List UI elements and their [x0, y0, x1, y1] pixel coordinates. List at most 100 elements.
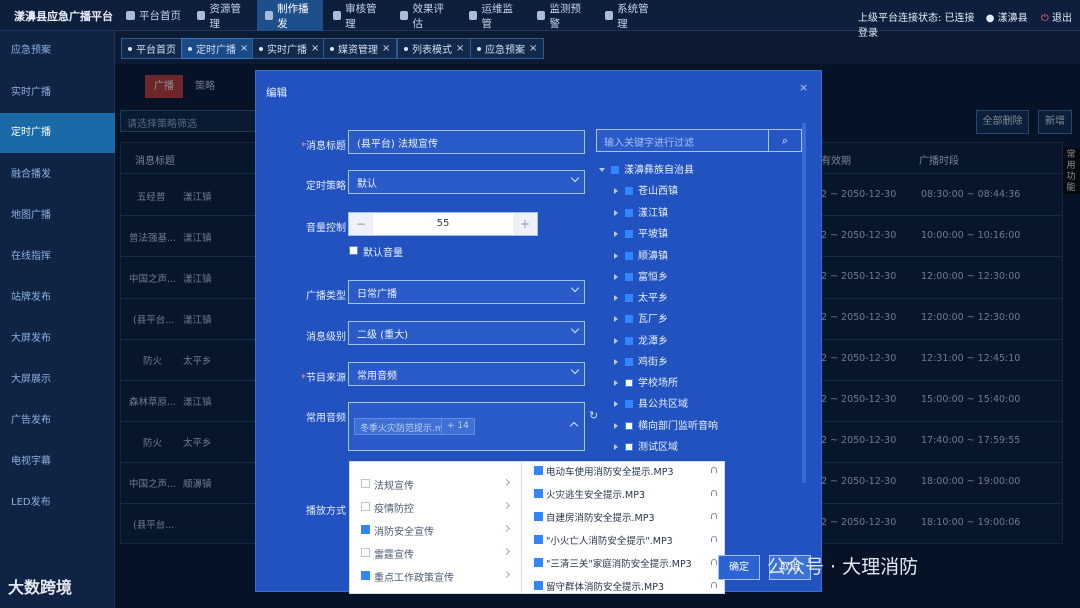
- tree-node[interactable]: 苍山西镇: [614, 182, 678, 197]
- nav-production[interactable]: 制作播发: [257, 0, 323, 31]
- headphone-icon[interactable]: [711, 490, 717, 496]
- broadcast-type-select[interactable]: 日常广播: [348, 280, 585, 304]
- category-checkbox[interactable]: [361, 571, 370, 580]
- category-checkbox[interactable]: [361, 525, 370, 534]
- tree-node[interactable]: 太平乡: [614, 289, 668, 304]
- nav-platform-home[interactable]: 平台首页: [118, 0, 190, 31]
- headphone-icon[interactable]: [711, 559, 717, 565]
- policy-select[interactable]: 默认: [348, 170, 585, 194]
- sidebar-item-big-screen-display[interactable]: 大屏展示: [0, 360, 115, 400]
- category-label[interactable]: 法规宣传: [374, 477, 414, 492]
- source-select[interactable]: 常用音频: [348, 362, 585, 386]
- tree-checkbox[interactable]: [625, 337, 633, 345]
- nav-evaluation[interactable]: 效果评估: [392, 0, 460, 31]
- file-checkbox[interactable]: [534, 512, 543, 521]
- nav-ops[interactable]: 运维监管: [461, 0, 529, 31]
- file-label[interactable]: 留守群体消防安全提示.MP3: [546, 579, 664, 593]
- file-label[interactable]: 火灾逃生安全提示.MP3: [546, 487, 645, 501]
- file-checkbox[interactable]: [534, 558, 543, 567]
- tree-node[interactable]: 学校场所: [614, 374, 678, 389]
- page-tab-media[interactable]: 媒资管理 ×: [323, 38, 398, 59]
- file-checkbox[interactable]: [534, 581, 543, 590]
- category-label[interactable]: 重点工作政策宣传: [374, 569, 454, 584]
- page-tab-list[interactable]: 列表模式 ×: [397, 38, 472, 59]
- category-label[interactable]: 雷霆宣传: [374, 546, 414, 561]
- file-label[interactable]: 电动车使用消防安全提示.MP3: [546, 464, 674, 478]
- category-checkbox[interactable]: [361, 548, 370, 557]
- tree-node[interactable]: 漾江镇: [614, 204, 668, 219]
- close-icon[interactable]: ×: [529, 43, 537, 54]
- nav-review[interactable]: 审核管理: [325, 0, 391, 31]
- category-checkbox[interactable]: [361, 502, 370, 511]
- close-icon[interactable]: ×: [456, 43, 464, 54]
- headphone-icon[interactable]: [711, 513, 717, 519]
- headphone-icon[interactable]: [711, 536, 717, 542]
- tree-checkbox[interactable]: [625, 400, 633, 408]
- category-label[interactable]: 消防安全宣传: [374, 523, 434, 538]
- tree-node[interactable]: 平坡镇: [614, 225, 668, 240]
- file-checkbox[interactable]: [534, 489, 543, 498]
- default-volume-checkbox[interactable]: [349, 246, 358, 255]
- tree-checkbox[interactable]: [625, 209, 633, 217]
- tree-node[interactable]: 横向部门监听音响: [614, 417, 718, 432]
- sidebar-item-command[interactable]: 在线指挥: [0, 237, 115, 277]
- nav-warning[interactable]: 监测预警: [529, 0, 597, 31]
- nav-resource[interactable]: 资源管理: [189, 0, 257, 31]
- page-tab-home[interactable]: 平台首页: [121, 38, 183, 59]
- tree-checkbox[interactable]: [625, 230, 633, 238]
- tree-node[interactable]: 瓦厂乡: [614, 310, 668, 325]
- tree-checkbox[interactable]: [625, 379, 633, 387]
- tree-node[interactable]: 龙潭乡: [614, 332, 668, 347]
- tree-checkbox[interactable]: [625, 273, 633, 281]
- refresh-icon[interactable]: ↻: [589, 409, 598, 422]
- headphone-icon[interactable]: [711, 582, 717, 588]
- file-checkbox[interactable]: [534, 466, 543, 475]
- sidebar-item-fusion[interactable]: 融合播发: [0, 155, 115, 195]
- msg-title-input[interactable]: (县平台) 法规宣传: [348, 130, 585, 154]
- page-tab-emergency[interactable]: 应急预案 ×: [470, 38, 545, 59]
- tree-root[interactable]: 漾濞彝族自治县: [599, 161, 694, 176]
- nav-system[interactable]: 系统管理: [597, 0, 663, 31]
- sidebar-item-stop-sign[interactable]: 站牌发布: [0, 278, 115, 318]
- close-icon[interactable]: ×: [799, 81, 808, 94]
- close-icon[interactable]: ×: [240, 43, 248, 54]
- tree-checkbox[interactable]: [625, 422, 633, 430]
- tree-scrollbar[interactable]: [802, 123, 806, 483]
- page-tab-live[interactable]: 实时广播 ×: [252, 38, 327, 59]
- tree-checkbox[interactable]: [625, 187, 633, 195]
- close-icon[interactable]: ×: [382, 43, 390, 54]
- tree-checkbox[interactable]: [611, 166, 619, 174]
- sidebar-item-map[interactable]: 地图广播: [0, 196, 115, 236]
- file-label[interactable]: "三清三关"家庭消防安全提示.MP3: [546, 556, 692, 570]
- category-checkbox[interactable]: [361, 479, 370, 488]
- file-label[interactable]: "小火亡人消防安全提示".MP3: [546, 533, 673, 547]
- sidebar-item-scheduled-broadcast[interactable]: 定时广播: [0, 113, 115, 153]
- headphone-icon[interactable]: [711, 467, 717, 473]
- plus-button[interactable]: +: [513, 213, 537, 235]
- tree-node[interactable]: 测试区域: [614, 438, 678, 453]
- tree-node[interactable]: 顺濞镇: [614, 247, 668, 262]
- sidebar-item-live-broadcast[interactable]: 实时广播: [0, 73, 115, 113]
- tree-node[interactable]: 富恒乡: [614, 268, 668, 283]
- search-icon[interactable]: ⌕: [768, 129, 802, 152]
- file-checkbox[interactable]: [534, 535, 543, 544]
- file-label[interactable]: 自建房消防安全提示.MP3: [546, 510, 655, 524]
- close-icon[interactable]: ×: [311, 43, 319, 54]
- tree-checkbox[interactable]: [625, 315, 633, 323]
- level-select[interactable]: 二级 (重大): [348, 321, 585, 345]
- tree-node[interactable]: 鸡街乡: [614, 353, 668, 368]
- tree-checkbox[interactable]: [625, 358, 633, 366]
- tree-checkbox[interactable]: [625, 443, 633, 451]
- volume-value[interactable]: 55: [373, 213, 513, 235]
- tree-checkbox[interactable]: [625, 294, 633, 302]
- minus-button[interactable]: −: [349, 213, 373, 235]
- sidebar-item-big-screen-publish[interactable]: 大屏发布: [0, 319, 115, 359]
- tree-filter-input[interactable]: 输入关键字进行过滤: [596, 129, 769, 152]
- user-name[interactable]: ● 漾濞县: [986, 13, 1028, 24]
- sidebar-item-emergency-plan[interactable]: 应急预案: [0, 31, 115, 71]
- volume-stepper[interactable]: − 55 +: [348, 212, 538, 236]
- audio-multiselect[interactable]: 冬季火灾防范提示.mp3 ● + 14: [348, 402, 585, 451]
- page-tab-scheduled[interactable]: 定时广播 ×: [181, 38, 256, 59]
- sidebar-item-tv-subtitle[interactable]: 电视字幕: [0, 442, 115, 482]
- ok-button[interactable]: 确定: [718, 555, 760, 580]
